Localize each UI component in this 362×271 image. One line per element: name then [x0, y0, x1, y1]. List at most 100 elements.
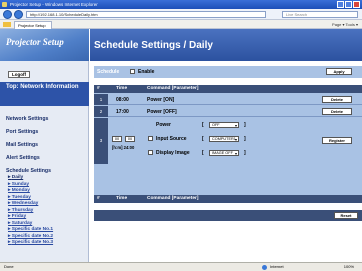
table-row: 1 08:00 Power [ON] Delete: [94, 94, 362, 105]
globe-icon: [262, 265, 267, 270]
delete-button[interactable]: Delete: [322, 96, 352, 103]
status-bar: Done Internet 100%: [0, 262, 362, 271]
minimize-button[interactable]: [337, 1, 344, 8]
col-time-footer: Time: [116, 196, 128, 201]
enable-checkbox[interactable]: [130, 69, 135, 74]
search-input[interactable]: Live Search: [282, 11, 358, 18]
tab-projector-setup[interactable]: Projector Setup: [14, 21, 52, 29]
col-command-header: Command [Parameter]: [147, 86, 199, 91]
minute-input[interactable]: 00: [125, 136, 135, 142]
tab-bar: Projector Setup Page ▾ Tools ▾: [0, 20, 362, 29]
register-button[interactable]: Register: [322, 137, 352, 144]
bracket-open: [: [202, 136, 204, 142]
main-panel: Schedule Settings / Daily Schedule Enabl…: [90, 29, 362, 262]
page-title: Schedule Settings / Daily: [90, 29, 362, 61]
logo: Projector Setup: [0, 29, 89, 61]
input-source-select[interactable]: COMPUTER1: [209, 136, 239, 142]
time-format-hint: [h:m] 24:00: [112, 145, 135, 150]
sidebar-item-network-settings[interactable]: Network Settings: [6, 116, 48, 122]
logoff-button[interactable]: Logoff: [8, 71, 30, 78]
sidebar-item-label: Monday: [11, 188, 30, 193]
back-icon[interactable]: [3, 10, 12, 19]
favorites-icon[interactable]: [3, 22, 11, 27]
bracket-close: ]: [244, 122, 246, 128]
schedule-label: Schedule: [97, 69, 120, 75]
apply-button[interactable]: Apply: [326, 68, 352, 75]
power-label: Power: [156, 122, 172, 128]
sidebar-item-label: Tuesday: [11, 194, 31, 200]
bracket-open: [: [202, 150, 204, 156]
row-number: 2: [94, 106, 108, 117]
sidebar-item-wednesday[interactable]: ▸ Wednesday: [8, 201, 38, 206]
row-time: 17:00: [116, 109, 129, 115]
window-controls: [337, 1, 360, 8]
sidebar-item-daily[interactable]: ▸ Daily: [8, 175, 23, 180]
display-image-checkbox[interactable]: [148, 150, 153, 155]
browser-icon: [2, 2, 7, 7]
input-source-checkbox[interactable]: [148, 136, 153, 141]
row-command: Power [ON]: [147, 97, 175, 103]
schedule-enable-row: Schedule Enable Apply: [94, 66, 362, 78]
url-input[interactable]: http://192.168.1.10/ScheduleDaily.htm: [26, 11, 266, 18]
sidebar-item-label: Wednesday: [11, 201, 39, 206]
sidebar-item-port-settings[interactable]: Port Settings: [6, 129, 38, 135]
row-number: 3: [94, 118, 108, 164]
sidebar-item-specific-date-3[interactable]: ▸ Specific date No.3: [8, 240, 53, 245]
security-zone: Internet: [270, 264, 284, 269]
sidebar-item-label: Friday: [11, 214, 27, 219]
sidebar-item-label: Thursday: [11, 207, 34, 213]
sidebar: Projector Setup Logoff Top: Network Info…: [0, 29, 89, 262]
sidebar-item-friday[interactable]: ▸ Friday: [8, 214, 26, 219]
new-entry-row: 3 00 00 [h:m] 24:00 Power [ OFF ] Input …: [94, 118, 362, 164]
sidebar-item-label: Sunday: [11, 181, 30, 187]
page-content: Projector Setup Logoff Top: Network Info…: [0, 29, 362, 262]
col-time-header: Time: [116, 86, 128, 91]
sidebar-item-alert-settings[interactable]: Alert Settings: [6, 155, 40, 161]
table-row: 2 17:00 Power [OFF] Delete: [94, 106, 362, 117]
status-text: Done: [4, 264, 14, 269]
forward-icon[interactable]: [14, 10, 23, 19]
sidebar-item-sunday[interactable]: ▸ Sunday: [8, 182, 29, 187]
power-select[interactable]: OFF: [209, 122, 239, 128]
schedule-table: # Time Command [Parameter] 1 08:00 Power…: [94, 85, 362, 203]
sidebar-item-specific-date-2[interactable]: ▸ Specific date No.2: [8, 234, 53, 239]
sidebar-item-thursday[interactable]: ▸ Thursday: [8, 208, 33, 213]
display-image-label: Display Image: [156, 150, 190, 156]
sidebar-item-monday[interactable]: ▸ Monday: [8, 188, 30, 193]
close-button[interactable]: [353, 1, 360, 8]
sidebar-item-label: Saturday: [11, 220, 33, 226]
bracket-close: ]: [244, 136, 246, 142]
table-footer: # Time Command [Parameter]: [94, 195, 362, 203]
reset-button[interactable]: Reset: [334, 212, 358, 219]
window-title: Projector Setup - Windows Internet Explo…: [10, 2, 98, 7]
sidebar-item-tuesday[interactable]: ▸ Tuesday: [8, 195, 31, 200]
sidebar-item-network-information[interactable]: Top: Network Information: [0, 82, 89, 106]
row-number: 1: [94, 94, 108, 105]
sidebar-item-label: Specific date No.2: [11, 233, 54, 239]
window-title-bar: Projector Setup - Windows Internet Explo…: [0, 0, 362, 9]
toolbar-menu[interactable]: Page ▾ Tools ▾: [332, 21, 358, 28]
col-command-footer: Command [Parameter]: [147, 196, 199, 201]
zoom-level[interactable]: 100%: [344, 263, 354, 271]
row-time: 08:00: [116, 97, 129, 103]
hour-input[interactable]: 00: [112, 136, 122, 142]
sidebar-item-mail-settings[interactable]: Mail Settings: [6, 142, 38, 148]
sidebar-item-schedule-settings[interactable]: Schedule Settings: [6, 168, 51, 174]
sidebar-item-label: Daily: [11, 175, 24, 180]
input-source-label: Input Source: [156, 136, 187, 142]
enable-label: Enable: [138, 69, 155, 75]
col-number-header: #: [97, 86, 100, 91]
reset-bar: Reset: [94, 210, 362, 221]
bracket-open: [: [202, 122, 204, 128]
table-header: # Time Command [Parameter]: [94, 85, 362, 93]
maximize-button[interactable]: [345, 1, 352, 8]
delete-button[interactable]: Delete: [322, 108, 352, 115]
sidebar-item-specific-date-1[interactable]: ▸ Specific date No.1: [8, 227, 53, 232]
bracket-close: ]: [244, 150, 246, 156]
col-number-footer: #: [97, 196, 100, 201]
display-image-select[interactable]: IMAGE OFF: [209, 150, 239, 156]
sidebar-item-label: Specific date No.3: [11, 240, 54, 245]
sidebar-item-saturday[interactable]: ▸ Saturday: [8, 221, 32, 226]
row-command: Power [OFF]: [147, 109, 177, 115]
address-bar: http://192.168.1.10/ScheduleDaily.htm Li…: [0, 9, 362, 20]
